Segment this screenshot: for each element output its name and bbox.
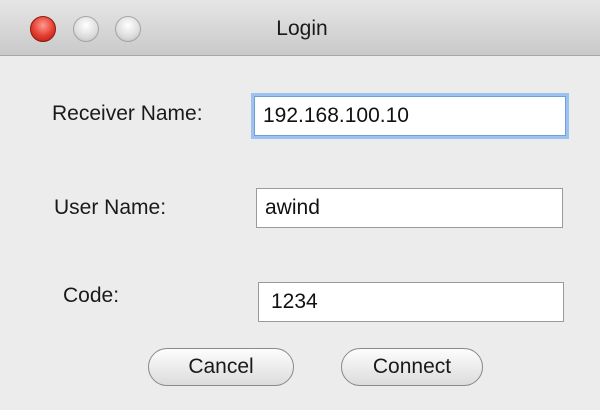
window-edge (600, 0, 604, 410)
connect-button[interactable]: Connect (341, 348, 483, 386)
code-field[interactable]: 1234 (258, 282, 564, 322)
login-window: Login Receiver Name: 192.168.100.10 User… (0, 0, 604, 410)
code-label: Code: (63, 284, 120, 307)
title-bar[interactable]: Login (0, 0, 604, 56)
login-form: Receiver Name: 192.168.100.10 User Name:… (0, 56, 604, 410)
cancel-button[interactable]: Cancel (148, 348, 294, 386)
receiver-name-field[interactable]: 192.168.100.10 (254, 96, 566, 136)
user-name-label: User Name: (54, 196, 167, 219)
receiver-name-label: Receiver Name: (52, 102, 203, 125)
user-name-field[interactable]: awind (256, 188, 563, 228)
window-title: Login (276, 17, 328, 40)
